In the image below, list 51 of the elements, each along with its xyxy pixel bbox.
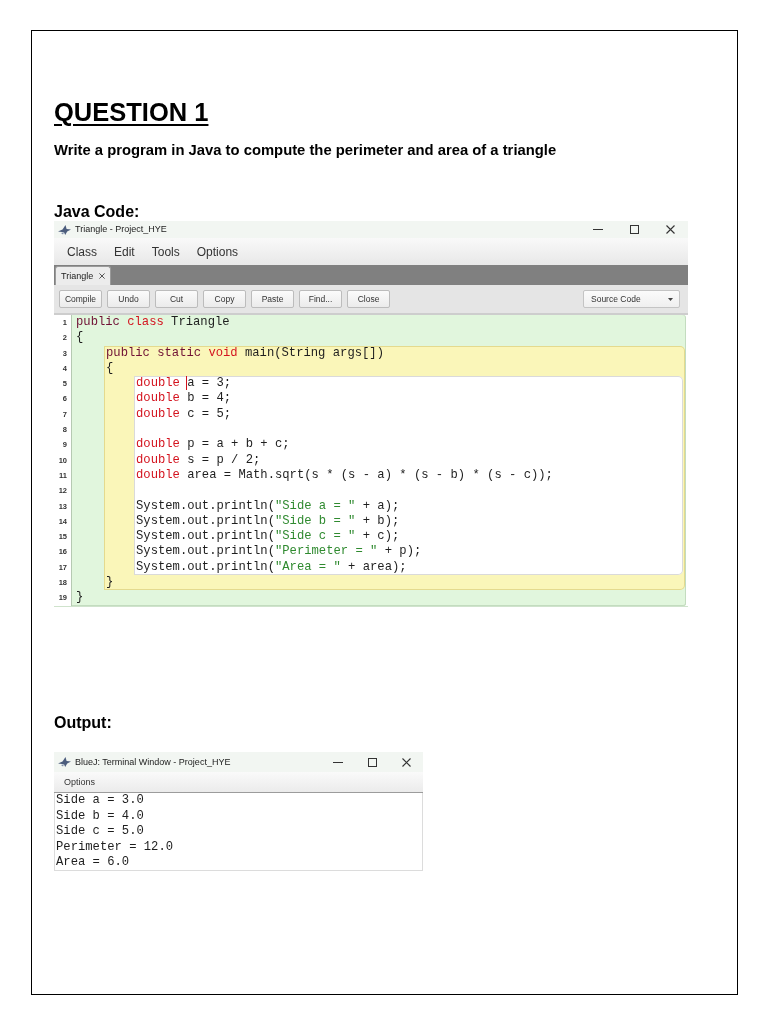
menu-item[interactable]: Class — [67, 244, 97, 259]
code-line: { — [106, 360, 114, 375]
menu-item[interactable]: Tools — [151, 244, 180, 259]
code-line: double area = Math.sqrt(s * (s - a) * (s - b) * (s - c)); — [136, 467, 553, 482]
tab-close-icon[interactable] — [99, 273, 106, 279]
question-prompt: Write a program in Java to compute the perimeter and area of a triangle — [54, 141, 557, 159]
toolbar-button[interactable]: Paste — [251, 290, 294, 308]
toolbar-button[interactable]: Copy — [203, 290, 246, 308]
output-line: Side c = 5.0 — [56, 824, 144, 840]
code-line: } — [76, 590, 84, 605]
code-line: System.out.println("Perimeter = " + p); — [136, 544, 422, 559]
bird-icon — [58, 224, 71, 235]
section-heading: Java Code: — [54, 203, 140, 221]
toolbar-button[interactable]: Find... — [299, 290, 342, 308]
window-title: BlueJ: Terminal Window - Project_HYE — [75, 756, 231, 768]
menu-item[interactable]: Options — [64, 776, 96, 788]
window-title: Triangle - Project_HYE — [75, 224, 167, 235]
menu-item[interactable]: Edit — [114, 244, 135, 259]
code-line: double c = 5; — [136, 406, 232, 421]
close-icon[interactable] — [665, 225, 675, 234]
code-line: public class Triangle — [76, 315, 230, 329]
maximize-icon[interactable] — [367, 757, 377, 767]
toolbar-button[interactable]: Compile — [59, 290, 102, 308]
code-line: System.out.println("Side a = " + a); — [136, 498, 400, 513]
code-line: double p = a + b + c; — [136, 437, 290, 452]
question-title: QUESTION 1 — [54, 97, 209, 127]
code-line: double a = 3; — [136, 376, 232, 391]
bird-icon — [58, 757, 71, 767]
maximize-icon[interactable] — [629, 225, 639, 234]
code-line: public static void main(String args[]) — [106, 345, 384, 360]
toolbar-button[interactable]: Undo — [107, 290, 150, 308]
code-line: double b = 4; — [136, 391, 232, 406]
caret-icon — [668, 297, 673, 301]
code-line: System.out.println("Side b = " + b); — [136, 513, 400, 528]
editor-tab[interactable]: Triangle — [55, 266, 112, 285]
code-line: System.out.println("Area = " + area); — [136, 559, 407, 574]
menu-item[interactable]: Options — [196, 244, 239, 259]
toolbar-button[interactable]: Close — [347, 290, 390, 308]
close-icon[interactable] — [401, 757, 411, 767]
output-line: Side a = 3.0 — [56, 793, 144, 809]
code-line: double s = p / 2; — [136, 452, 261, 467]
minimize-icon[interactable] — [333, 761, 343, 763]
output-line: Side b = 4.0 — [56, 808, 144, 824]
toolbar-button[interactable]: Cut — [155, 290, 198, 308]
output-line: Area = 6.0 — [56, 855, 130, 871]
section-heading: Output: — [54, 714, 112, 732]
output-line: Perimeter = 12.0 — [56, 839, 174, 855]
code-line: } — [106, 575, 114, 590]
code-line: { — [76, 330, 84, 345]
code-line: System.out.println("Side c = " + c); — [136, 529, 400, 544]
view-dropdown[interactable]: Source Code — [583, 290, 680, 308]
